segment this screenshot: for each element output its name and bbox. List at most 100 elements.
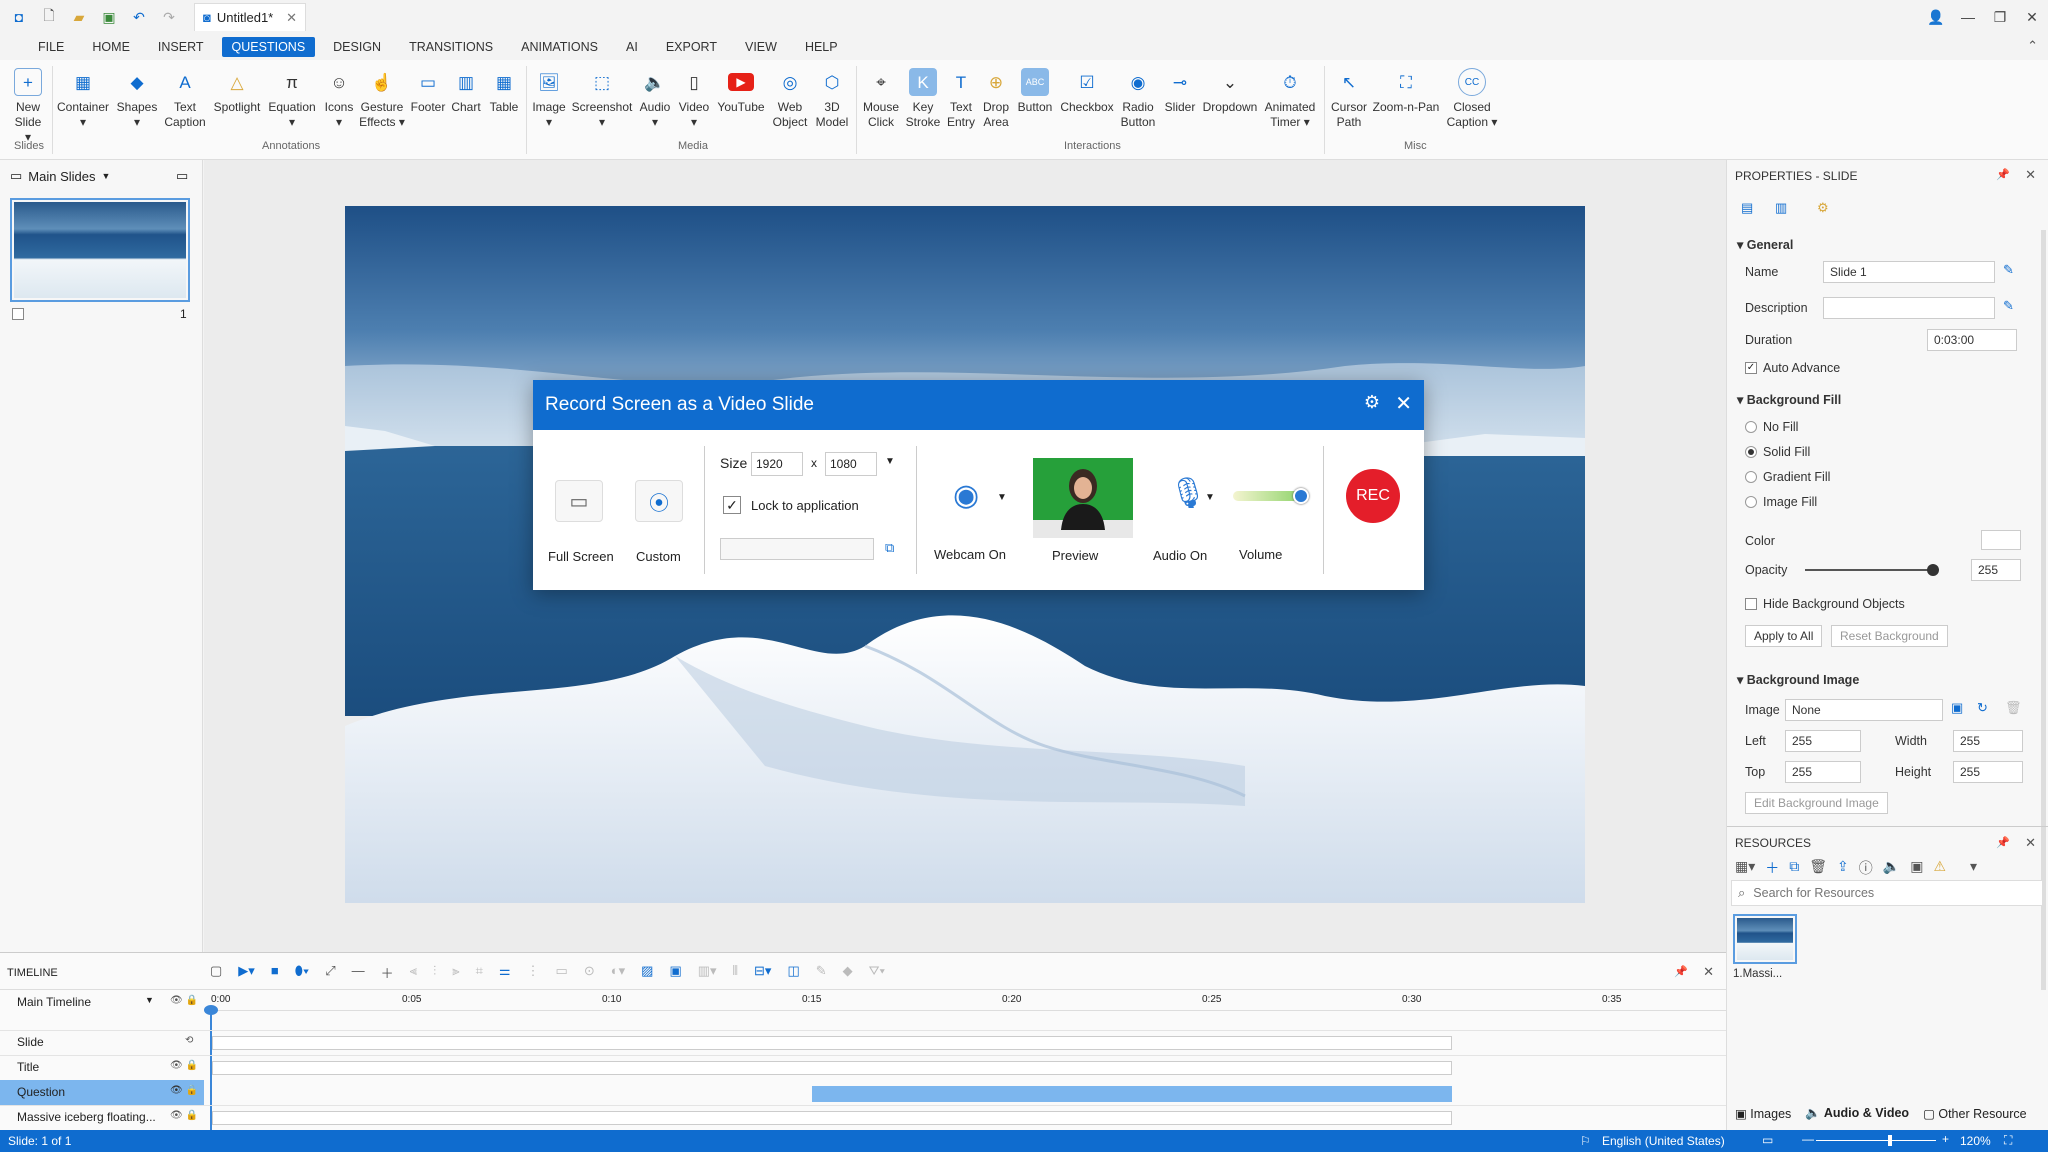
timeline-row-question[interactable]: Question: [17, 1080, 65, 1105]
spacing-icon[interactable]: ⫴: [733, 963, 738, 982]
play-icon[interactable]: ▶▾: [238, 963, 255, 982]
view-grid-icon[interactable]: ▦▾: [1735, 858, 1755, 878]
split-icon[interactable]: ⚌: [499, 963, 511, 982]
timeline-row-title[interactable]: Title: [17, 1055, 39, 1080]
filter-icon[interactable]: ⛛▾: [869, 963, 885, 982]
resource-thumbnail[interactable]: [1733, 914, 1797, 964]
title-visibility-icon[interactable]: 👁 🔒: [170, 1060, 198, 1071]
cursor-path-button[interactable]: ↖ Cursor Path: [1328, 68, 1370, 130]
import-icon[interactable]: ⧉: [1789, 858, 1799, 878]
icons-button[interactable]: ☺ Icons ▾: [320, 68, 358, 130]
animated-timer-button[interactable]: ⏱ Animated Timer ▾: [1262, 68, 1318, 130]
close-resources-icon[interactable]: ✕: [2025, 835, 2036, 851]
menu-animations[interactable]: ANIMATIONS: [511, 37, 608, 57]
timeline-row-image[interactable]: Massive iceberg floating...: [17, 1105, 167, 1130]
browse-image-icon[interactable]: ▣: [1951, 700, 1963, 716]
shapes-button[interactable]: ◆ Shapes ▾: [114, 68, 160, 130]
open-folder-icon[interactable]: ▰: [68, 6, 90, 28]
solid-fill-radio[interactable]: [1745, 446, 1757, 458]
minimize-icon[interactable]: —: [1952, 0, 1984, 34]
timeline-row-slide[interactable]: Slide: [17, 1030, 44, 1055]
top-input[interactable]: 255: [1785, 761, 1861, 783]
webcam-chevron-icon[interactable]: ▼: [997, 492, 1007, 503]
timeline-view-icon[interactable]: ▢: [210, 963, 222, 982]
application-select[interactable]: [720, 538, 874, 560]
width-input[interactable]: 1920: [751, 452, 803, 476]
reset-background-button[interactable]: Reset Background: [1831, 625, 1948, 647]
image-fill-radio[interactable]: [1745, 496, 1757, 508]
stop-icon[interactable]: ■: [271, 963, 279, 982]
custom-area-button[interactable]: ⦿: [635, 480, 683, 522]
timer-small-icon[interactable]: ⊙: [584, 963, 595, 982]
timeline-pin-icon[interactable]: 📌: [1674, 965, 1688, 978]
checkbox-button[interactable]: ☑ Checkbox: [1058, 68, 1116, 115]
add-resource-icon[interactable]: ＋: [1765, 858, 1779, 878]
slider-button[interactable]: ⊸ Slider: [1160, 68, 1200, 115]
auto-advance-checkbox[interactable]: ✓: [1745, 362, 1757, 374]
radio-button-button[interactable]: ◉ Radio Button: [1118, 68, 1158, 130]
menu-view[interactable]: VIEW: [735, 37, 787, 57]
edit-description-icon[interactable]: ✎: [2003, 298, 2014, 314]
align-center-icon[interactable]: ⫶: [433, 963, 436, 982]
resources-pin-icon[interactable]: 📌: [1996, 836, 2010, 849]
align-left-icon[interactable]: ⫷: [410, 963, 417, 982]
new-file-icon[interactable]: 🗋: [38, 6, 60, 28]
dropdown-button[interactable]: ⌄ Dropdown: [1200, 68, 1260, 115]
tab-audio-video[interactable]: 🔈 Audio & Video: [1805, 1106, 1909, 1121]
text-entry-button[interactable]: T Text Entry: [942, 68, 980, 130]
height-input[interactable]: 1080: [825, 452, 877, 476]
caption-icon[interactable]: ▭: [556, 963, 568, 982]
opacity-slider[interactable]: [1805, 569, 1933, 571]
chart-small-icon[interactable]: ▥▾: [698, 963, 717, 982]
zoom-n-pan-button[interactable]: ⛶ Zoom-n-Pan: [1372, 68, 1440, 115]
webcam-icon[interactable]: ◉: [953, 478, 979, 513]
height-input[interactable]: 255: [1953, 761, 2023, 783]
key-stroke-button[interactable]: K Key Stroke: [904, 68, 942, 130]
restore-icon[interactable]: ❐: [1984, 0, 2016, 34]
close-timeline-icon[interactable]: ✕: [1703, 964, 1714, 980]
time-ruler[interactable]: 0:00 0:05 0:10 0:15 0:20 0:25 0:30 0:35: [210, 989, 1726, 1011]
fullscreen-icon[interactable]: ⛶: [2004, 1133, 2012, 1148]
chart-button[interactable]: ▥ Chart: [448, 68, 484, 115]
no-fill-radio[interactable]: [1745, 421, 1757, 433]
effects-tab-icon[interactable]: ⚙: [1817, 200, 1829, 216]
close-window-icon[interactable]: ✕: [2016, 0, 2048, 34]
subtitle-icon[interactable]: ⊟▾: [754, 963, 771, 982]
closed-caption-button[interactable]: CC Closed Caption ▾: [1442, 68, 1502, 130]
new-slide-button[interactable]: + New Slide ▾: [10, 68, 46, 145]
audio-chevron-icon[interactable]: ▼: [1205, 492, 1215, 503]
spotlight-button[interactable]: △ Spotlight: [210, 68, 264, 115]
distribute-icon[interactable]: ⋮: [527, 963, 540, 982]
video-small-icon[interactable]: ▣: [669, 963, 681, 982]
marker-icon[interactable]: ⬮▾: [295, 963, 310, 982]
drop-area-button[interactable]: ⊕ Drop Area: [978, 68, 1014, 130]
general-section[interactable]: ▾ General: [1737, 237, 1793, 252]
layout-tab-icon[interactable]: ▥: [1775, 200, 1787, 216]
zoom-in-icon[interactable]: ＋: [381, 963, 394, 982]
menu-ai[interactable]: AI: [616, 37, 648, 57]
image-input[interactable]: None: [1785, 699, 1943, 721]
screenshot-button[interactable]: ⬚ Screenshot ▾: [570, 68, 634, 130]
filter-other-icon[interactable]: ⚠: [1933, 858, 1946, 878]
duration-input[interactable]: 0:03:00: [1927, 329, 2017, 351]
menu-help[interactable]: HELP: [795, 37, 848, 57]
opacity-handle[interactable]: [1927, 564, 1939, 576]
tab-images[interactable]: ▣ Images: [1735, 1106, 1791, 1121]
collapse-ribbon-icon[interactable]: ⌃: [2027, 38, 2038, 54]
slide-thumbnail[interactable]: [10, 198, 190, 302]
align-right-icon[interactable]: ⫸: [452, 963, 459, 982]
pin-icon[interactable]: 📌: [1996, 168, 2010, 181]
filter-video-icon[interactable]: ▣: [1910, 858, 1923, 878]
mirror-icon[interactable]: ◫: [787, 963, 799, 982]
image-button[interactable]: 🖼 Image ▾: [530, 68, 568, 130]
export-resource-icon[interactable]: ⇪: [1837, 858, 1849, 878]
web-object-button[interactable]: ◎ Web Object: [772, 68, 808, 130]
main-timeline-select[interactable]: Main Timeline: [17, 995, 91, 1009]
settings-gear-icon[interactable]: ⚙: [1364, 392, 1380, 413]
volume-handle[interactable]: [1293, 488, 1309, 504]
apply-to-all-button[interactable]: Apply to All: [1745, 625, 1823, 647]
lock-checkbox[interactable]: ✓: [723, 496, 741, 514]
save-icon[interactable]: ▣: [98, 6, 120, 28]
color-picker[interactable]: [1981, 530, 2021, 550]
main-timeline-chevron-icon[interactable]: ▼: [145, 995, 154, 1005]
